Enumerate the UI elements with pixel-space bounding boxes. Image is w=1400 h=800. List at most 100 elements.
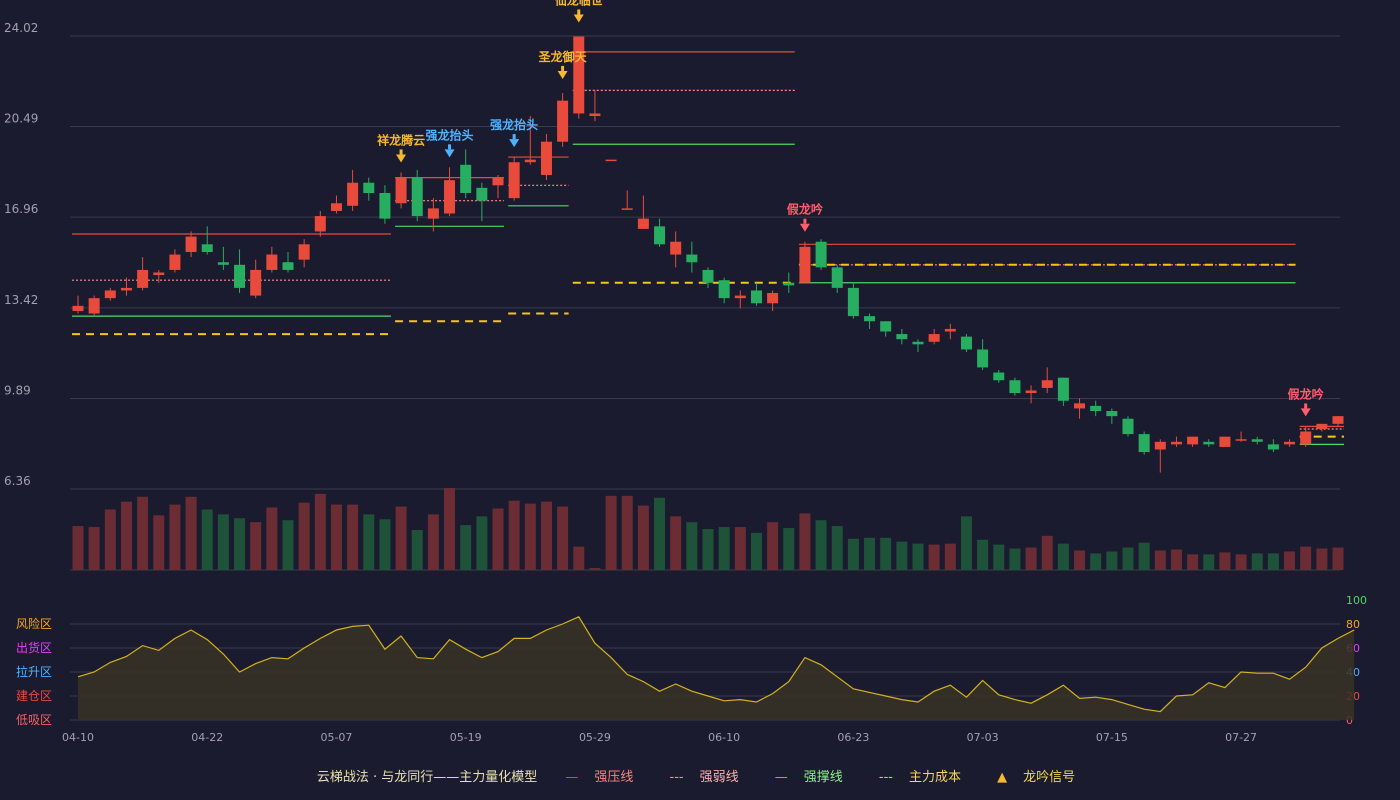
cost-line-icon: ---	[878, 770, 893, 785]
volume-bar	[411, 529, 423, 570]
x-tick-label: 05-29	[579, 731, 611, 744]
candle-body	[1090, 405, 1102, 412]
volume-bar	[1251, 553, 1263, 570]
volume-bar	[815, 520, 827, 570]
signal-arrow-icon	[799, 223, 810, 232]
volume-bar	[250, 522, 262, 570]
volume-bar	[185, 496, 197, 570]
legend-weak-label: 强弱线	[699, 770, 739, 785]
volume-bar	[88, 527, 100, 570]
candle-body	[1267, 444, 1279, 450]
candle-body	[153, 272, 165, 276]
candle-body	[1025, 390, 1037, 394]
pressure-line-icon: —	[565, 770, 579, 785]
volume-bar	[1138, 542, 1150, 570]
candle-body	[1074, 403, 1086, 409]
volume-bar	[460, 525, 472, 570]
volume-bar	[234, 518, 246, 570]
candle-body	[1170, 441, 1182, 445]
volume-bar	[1267, 553, 1279, 570]
volume-bar	[702, 529, 714, 570]
osc-zone-label: 出货区	[16, 640, 52, 655]
candle-body	[621, 208, 633, 210]
signal-arrow-icon	[444, 149, 455, 158]
legend-signal[interactable]: ▲ 龙吟信号	[989, 770, 1083, 785]
signal-label: 仙龙临世	[555, 0, 603, 8]
legend-support[interactable]: — 强撑线	[767, 770, 851, 785]
candle-body	[1106, 411, 1118, 417]
candle-body	[960, 336, 972, 350]
legend-cost[interactable]: --- 主力成本	[871, 770, 969, 785]
price-tick-label: 16.96	[4, 202, 38, 216]
candle-body	[427, 208, 439, 219]
candle-body	[298, 244, 310, 260]
candle-body	[540, 141, 552, 176]
candle-body	[120, 287, 132, 291]
volume-bar	[153, 515, 165, 570]
volume-bar	[1219, 552, 1231, 570]
volume-bar	[880, 537, 892, 570]
candle-body	[831, 267, 843, 288]
candle-body	[1203, 441, 1215, 445]
legend-cost-label: 主力成本	[909, 770, 962, 785]
candle-body	[1316, 423, 1328, 429]
volume-bar	[476, 516, 488, 570]
candle-body	[686, 254, 698, 263]
volume-bar	[783, 528, 795, 570]
volume-bar	[960, 516, 972, 570]
candle-body	[815, 241, 827, 268]
signal-label: 强龙抬头	[426, 127, 474, 142]
volume-bar	[104, 509, 116, 570]
osc-tick-label: 100	[1346, 594, 1367, 607]
volume-bar	[1074, 550, 1086, 570]
candle-body	[637, 218, 649, 229]
candle-body	[847, 287, 859, 317]
candle-body	[88, 298, 100, 314]
oscillator-area	[78, 616, 1355, 720]
signal-label: 假龙吟	[1288, 386, 1324, 401]
candle-body	[1284, 441, 1296, 445]
volume-bar	[896, 541, 908, 570]
osc-tick-label: 80	[1346, 618, 1360, 631]
volume-bar	[137, 496, 149, 570]
volume-bar	[847, 538, 859, 570]
volume-bar	[72, 526, 84, 570]
candle-body	[1009, 380, 1021, 394]
volume-bar	[799, 513, 811, 570]
candle-body	[1332, 416, 1344, 424]
volume-bar	[266, 507, 278, 570]
candle-body	[217, 262, 229, 265]
candle-body	[508, 162, 520, 199]
price-tick-label: 20.49	[4, 112, 38, 126]
candle-body	[702, 269, 714, 283]
price-tick-label: 24.02	[4, 21, 38, 35]
volume-bar	[201, 509, 213, 570]
legend-pressure[interactable]: — 强压线	[557, 770, 641, 785]
x-tick-label: 07-27	[1225, 731, 1257, 744]
signal-label: 强龙抬头	[490, 117, 538, 132]
candle-body	[1251, 439, 1263, 442]
volume-bar	[1316, 548, 1328, 570]
candle-body	[492, 177, 504, 186]
volume-bar	[217, 514, 229, 570]
volume-bar	[1041, 535, 1053, 570]
volume-bar	[330, 504, 342, 570]
candle-body	[266, 254, 278, 270]
candle-body	[363, 182, 375, 193]
candle-body	[573, 36, 585, 114]
candle-body	[169, 254, 181, 270]
volume-bar	[169, 504, 181, 570]
volume-bar	[524, 503, 536, 570]
candle-body	[460, 164, 472, 193]
volume-bar	[686, 522, 698, 570]
candle-body	[750, 290, 762, 304]
candle-body	[1154, 441, 1166, 450]
legend-weak[interactable]: --- 强弱线	[662, 770, 747, 785]
signal-arrow-icon	[1300, 408, 1311, 417]
volume-bar	[912, 543, 924, 570]
price-tick-label: 6.36	[4, 474, 31, 488]
signal-arrow-icon	[557, 70, 568, 79]
volume-bar	[864, 537, 876, 570]
price-tick-label: 13.42	[4, 293, 38, 307]
volume-bar	[282, 520, 294, 570]
